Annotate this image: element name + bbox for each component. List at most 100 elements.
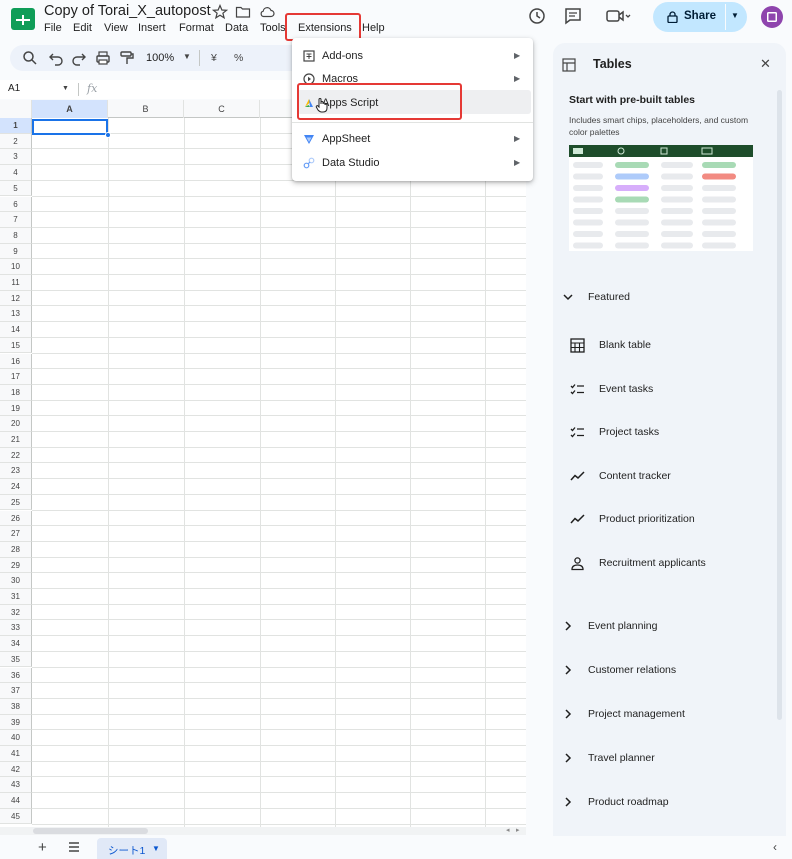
row-header[interactable]: 17 <box>0 369 32 385</box>
sheet-tab[interactable]: シート1 ▼ <box>97 838 167 859</box>
name-box[interactable]: A1 <box>8 83 20 94</box>
menu-data[interactable]: Data <box>225 22 248 34</box>
row-header[interactable]: 7 <box>0 212 32 228</box>
menu-edit[interactable]: Edit <box>73 22 92 34</box>
fill-handle[interactable] <box>105 132 111 138</box>
horizontal-scrollbar[interactable]: ◂ ▸ <box>0 827 526 835</box>
row-header[interactable]: 8 <box>0 227 32 244</box>
row-header[interactable]: 40 <box>0 730 32 746</box>
section-event-planning[interactable]: Event planning <box>553 615 773 639</box>
close-icon[interactable]: ✕ <box>760 56 771 72</box>
redo-icon[interactable] <box>71 50 87 66</box>
scroll-right-icon[interactable]: ▸ <box>516 826 520 834</box>
row-header[interactable]: 38 <box>0 698 32 715</box>
template-recruitment-applicants[interactable]: Recruitment applicants <box>553 551 773 575</box>
collapse-panel-icon[interactable]: ‹ <box>773 840 777 854</box>
row-header[interactable]: 16 <box>0 353 32 370</box>
row-header[interactable]: 28 <box>0 541 32 558</box>
row-header[interactable]: 4 <box>0 165 32 181</box>
row-header[interactable]: 42 <box>0 761 32 778</box>
percent-format-button[interactable]: % <box>234 52 243 64</box>
row-header[interactable]: 26 <box>0 510 32 527</box>
table-preview-image[interactable] <box>569 145 753 251</box>
row-header[interactable]: 37 <box>0 683 32 699</box>
sheet-tab-dropdown-icon[interactable]: ▼ <box>152 844 160 853</box>
menu-file[interactable]: File <box>44 22 62 34</box>
column-header-b[interactable]: B <box>108 100 184 118</box>
row-header[interactable]: 45 <box>0 808 32 825</box>
row-header[interactable]: 12 <box>0 290 32 307</box>
section-customer-relations[interactable]: Customer relations <box>553 659 773 683</box>
row-header[interactable]: 33 <box>0 620 32 637</box>
scrollbar-thumb[interactable] <box>33 828 148 834</box>
undo-icon[interactable] <box>48 50 64 66</box>
row-header[interactable]: 11 <box>0 275 32 291</box>
zoom-select[interactable]: 100% <box>146 52 174 64</box>
cloud-saved-icon[interactable] <box>259 4 275 20</box>
share-button[interactable]: Share ▼ <box>653 2 747 32</box>
row-header[interactable]: 29 <box>0 557 32 574</box>
menu-tools[interactable]: Tools <box>260 22 286 34</box>
row-header[interactable]: 43 <box>0 777 32 794</box>
all-sheets-icon[interactable] <box>67 840 81 854</box>
menu-help[interactable]: Help <box>362 22 385 34</box>
template-content-tracker[interactable]: Content tracker <box>553 464 773 488</box>
template-product-prioritization[interactable]: Product prioritization <box>553 507 773 531</box>
column-header-a[interactable]: A <box>32 100 108 118</box>
row-header[interactable]: 39 <box>0 714 32 731</box>
row-header[interactable]: 31 <box>0 589 32 605</box>
row-header[interactable]: 6 <box>0 196 32 213</box>
menu-insert[interactable]: Insert <box>138 22 166 34</box>
comments-icon[interactable] <box>563 6 583 26</box>
row-header[interactable]: 36 <box>0 667 32 684</box>
row-header[interactable]: 5 <box>0 180 32 197</box>
template-project-tasks[interactable]: Project tasks <box>553 420 773 444</box>
template-event-tasks[interactable]: Event tasks <box>553 377 773 401</box>
avatar[interactable] <box>761 6 783 28</box>
row-header[interactable]: 20 <box>0 416 32 432</box>
row-header[interactable]: 35 <box>0 651 32 668</box>
share-dropdown-icon[interactable]: ▼ <box>731 11 739 20</box>
meet-icon[interactable] <box>605 6 631 26</box>
move-folder-icon[interactable] <box>235 4 251 20</box>
row-header[interactable]: 14 <box>0 322 32 338</box>
sheets-logo-icon[interactable] <box>11 6 35 32</box>
row-header[interactable]: 22 <box>0 447 32 464</box>
selected-cell-a1[interactable] <box>32 119 108 135</box>
section-travel-planner[interactable]: Travel planner <box>553 747 773 771</box>
currency-format-button[interactable]: ¥ <box>211 52 217 64</box>
history-icon[interactable] <box>527 6 547 26</box>
section-project-management[interactable]: Project management <box>553 703 773 727</box>
spreadsheet-grid[interactable]: A B C 1 2 3 4 5 6 7 8 9 10 11 12 13 14 15 16 17 18 19 20 21 2… <box>0 100 526 827</box>
select-all-corner[interactable] <box>0 100 32 118</box>
row-header[interactable]: 9 <box>0 243 32 260</box>
row-header[interactable]: 27 <box>0 526 32 542</box>
row-header[interactable]: 10 <box>0 259 32 275</box>
row-header[interactable]: 13 <box>0 306 32 323</box>
panel-scrollbar[interactable] <box>777 90 782 720</box>
row-header[interactable]: 19 <box>0 400 32 417</box>
menu-format[interactable]: Format <box>179 22 214 34</box>
row-header[interactable]: 34 <box>0 636 32 652</box>
row-header[interactable]: 32 <box>0 604 32 621</box>
column-header-c[interactable]: C <box>184 100 260 118</box>
search-icon[interactable] <box>22 50 38 66</box>
row-header[interactable]: 44 <box>0 793 32 809</box>
row-header[interactable]: 3 <box>0 149 32 166</box>
row-header[interactable]: 30 <box>0 573 32 589</box>
row-header[interactable]: 23 <box>0 463 32 480</box>
name-box-dropdown-icon[interactable]: ▼ <box>62 85 69 92</box>
menu-item-add-ons[interactable]: Add-ons ▶ <box>292 45 533 67</box>
row-header[interactable]: 21 <box>0 432 32 448</box>
zoom-dropdown-icon[interactable]: ▼ <box>183 52 191 61</box>
template-blank-table[interactable]: Blank table <box>553 333 773 357</box>
print-icon[interactable] <box>95 50 111 66</box>
row-header[interactable]: 18 <box>0 384 32 401</box>
row-header[interactable]: 24 <box>0 479 32 495</box>
row-header[interactable]: 25 <box>0 494 32 511</box>
menu-item-data-studio[interactable]: Data Studio ▶ <box>292 152 533 174</box>
row-header[interactable]: 2 <box>0 133 32 150</box>
row-header[interactable]: 41 <box>0 746 32 762</box>
scroll-left-icon[interactable]: ◂ <box>506 826 510 834</box>
row-header[interactable]: 15 <box>0 337 32 354</box>
